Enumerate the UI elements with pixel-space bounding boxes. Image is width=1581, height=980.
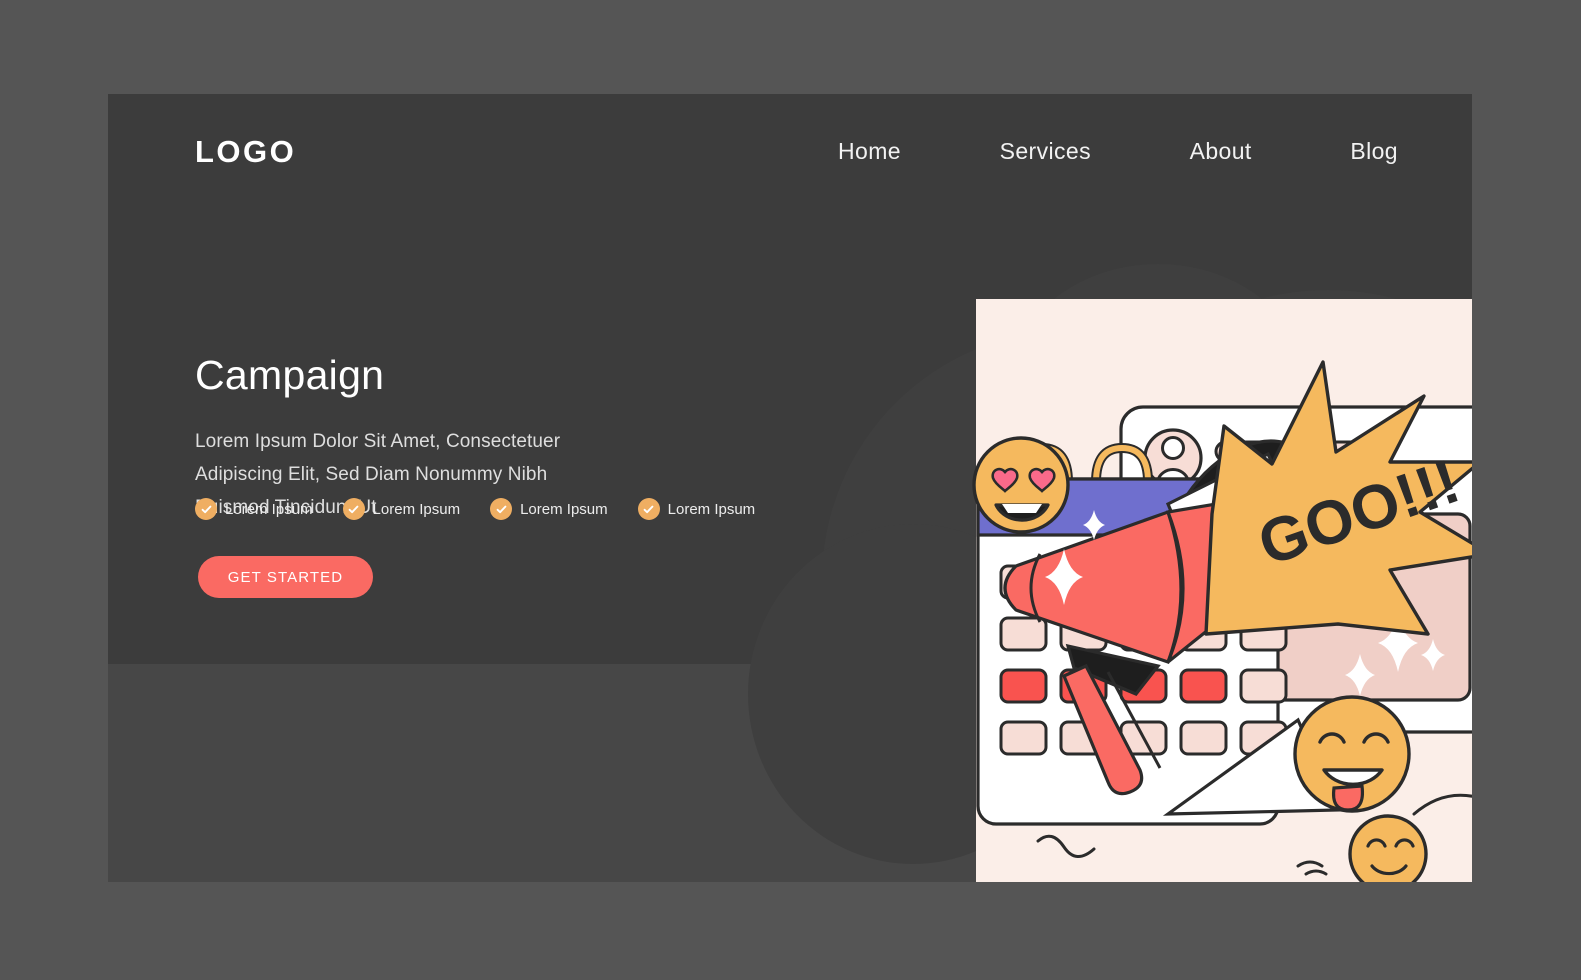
feature-label: Lorem Ipsum (372, 500, 461, 518)
get-started-button[interactable]: GET STARTED (198, 556, 373, 598)
calendar-day-highlighted (999, 668, 1048, 704)
feature-item: Lorem Ipsum (195, 498, 313, 520)
calendar-day-highlighted (1179, 668, 1228, 704)
feature-label: Lorem Ipsum (667, 500, 756, 518)
feature-label: Lorem Ipsum (225, 500, 313, 518)
calendar-day (1239, 668, 1288, 704)
calendar-day (1179, 720, 1228, 756)
main-navigation: Home Services About Blog (838, 138, 1398, 165)
feature-item: Lorem Ipsum (637, 498, 756, 520)
site-logo[interactable]: LOGO (195, 134, 296, 170)
feature-item: Lorem Ipsum (342, 498, 461, 520)
nav-item-blog[interactable]: Blog (1350, 138, 1398, 165)
calendar-day (999, 720, 1048, 756)
screenshot-root: LOGO Home Services About Blog Campaign L… (0, 0, 1581, 980)
feature-list: Lorem Ipsum Lorem Ipsum Lorem Ipsum Lore… (195, 498, 755, 520)
emoji-smile (1348, 814, 1428, 882)
check-circle-icon (342, 498, 365, 520)
nav-item-about[interactable]: About (1190, 138, 1252, 165)
hero-panel: LOGO Home Services About Blog Campaign L… (108, 94, 1472, 882)
calendar-day (999, 616, 1048, 652)
campaign-marketing-illustration: GOO!!! (868, 214, 1472, 882)
page-title: Campaign (195, 352, 385, 398)
feature-item: Lorem Ipsum (490, 498, 608, 520)
nav-item-services[interactable]: Services (1000, 138, 1091, 165)
check-circle-icon (490, 498, 513, 520)
check-circle-icon (637, 498, 660, 520)
check-circle-icon (195, 498, 217, 520)
emoji-tongue-out (1293, 695, 1411, 813)
nav-item-home[interactable]: Home (838, 138, 901, 165)
feature-label: Lorem Ipsum (520, 500, 608, 518)
emoji-heart-eyes (972, 436, 1070, 534)
